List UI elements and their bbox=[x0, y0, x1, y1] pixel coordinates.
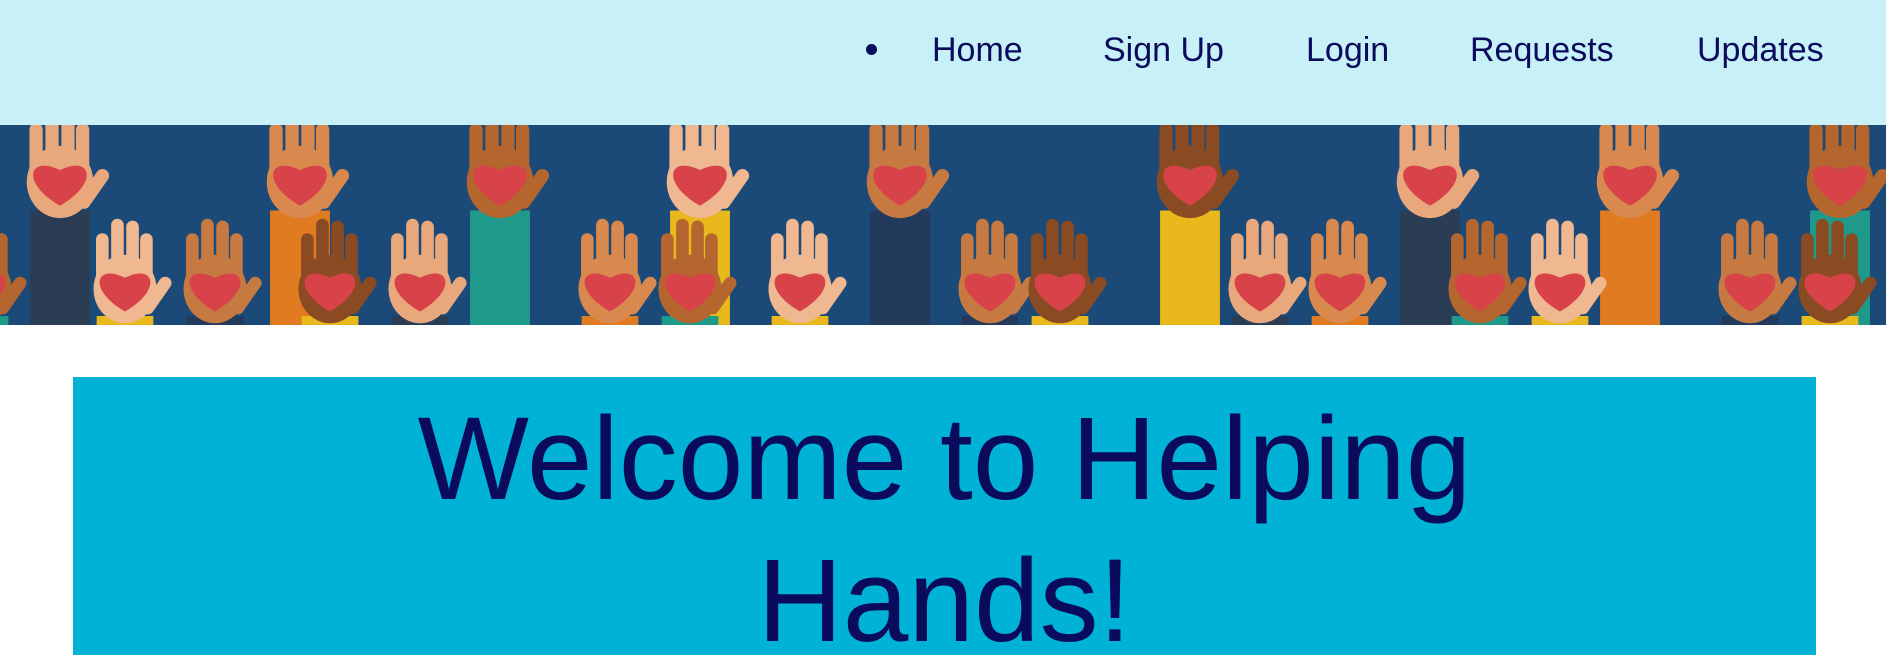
hand-with-heart-icon bbox=[388, 218, 467, 325]
nav-link-updates[interactable]: Updates bbox=[1697, 30, 1824, 70]
hand-with-heart-icon bbox=[0, 233, 27, 325]
welcome-hero: Welcome to Helping Hands! bbox=[73, 377, 1816, 655]
hand-with-heart-icon bbox=[1156, 125, 1240, 325]
nav-link-sign-up[interactable]: Sign Up bbox=[1103, 30, 1224, 70]
hands-hearts-illustration bbox=[0, 125, 1886, 325]
hand-with-heart-icon bbox=[183, 218, 262, 325]
hand-with-heart-icon bbox=[1448, 218, 1527, 325]
hand-with-heart-icon bbox=[1596, 125, 1680, 325]
nav-link-home[interactable]: Home bbox=[932, 30, 1023, 70]
hand-with-heart-icon bbox=[1718, 218, 1797, 325]
hand-with-heart-icon bbox=[93, 218, 172, 325]
nav-link-login[interactable]: Login bbox=[1306, 30, 1389, 70]
hand-with-heart-icon bbox=[958, 218, 1037, 325]
page-title-line-2: Hands! bbox=[757, 535, 1132, 655]
page-title-line-1: Welcome to Helping bbox=[417, 393, 1472, 525]
bullet-icon bbox=[866, 44, 877, 55]
hand-with-heart-icon bbox=[768, 218, 847, 325]
hands-hearts-banner bbox=[0, 125, 1886, 325]
hand-with-heart-icon bbox=[466, 125, 550, 325]
page-title: Welcome to Helping Hands! bbox=[73, 377, 1816, 655]
top-nav-bar: Home Sign Up Login Requests Updates bbox=[0, 0, 1886, 125]
hand-with-heart-icon bbox=[298, 218, 377, 325]
hand-with-heart-icon bbox=[1528, 218, 1607, 325]
nav-link-requests[interactable]: Requests bbox=[1470, 30, 1614, 70]
hand-with-heart-icon bbox=[1308, 218, 1387, 325]
hand-with-heart-icon bbox=[578, 218, 657, 325]
hand-with-heart-icon bbox=[1028, 218, 1107, 325]
hand-with-heart-icon bbox=[1228, 218, 1307, 325]
hand-with-heart-icon bbox=[866, 125, 950, 325]
